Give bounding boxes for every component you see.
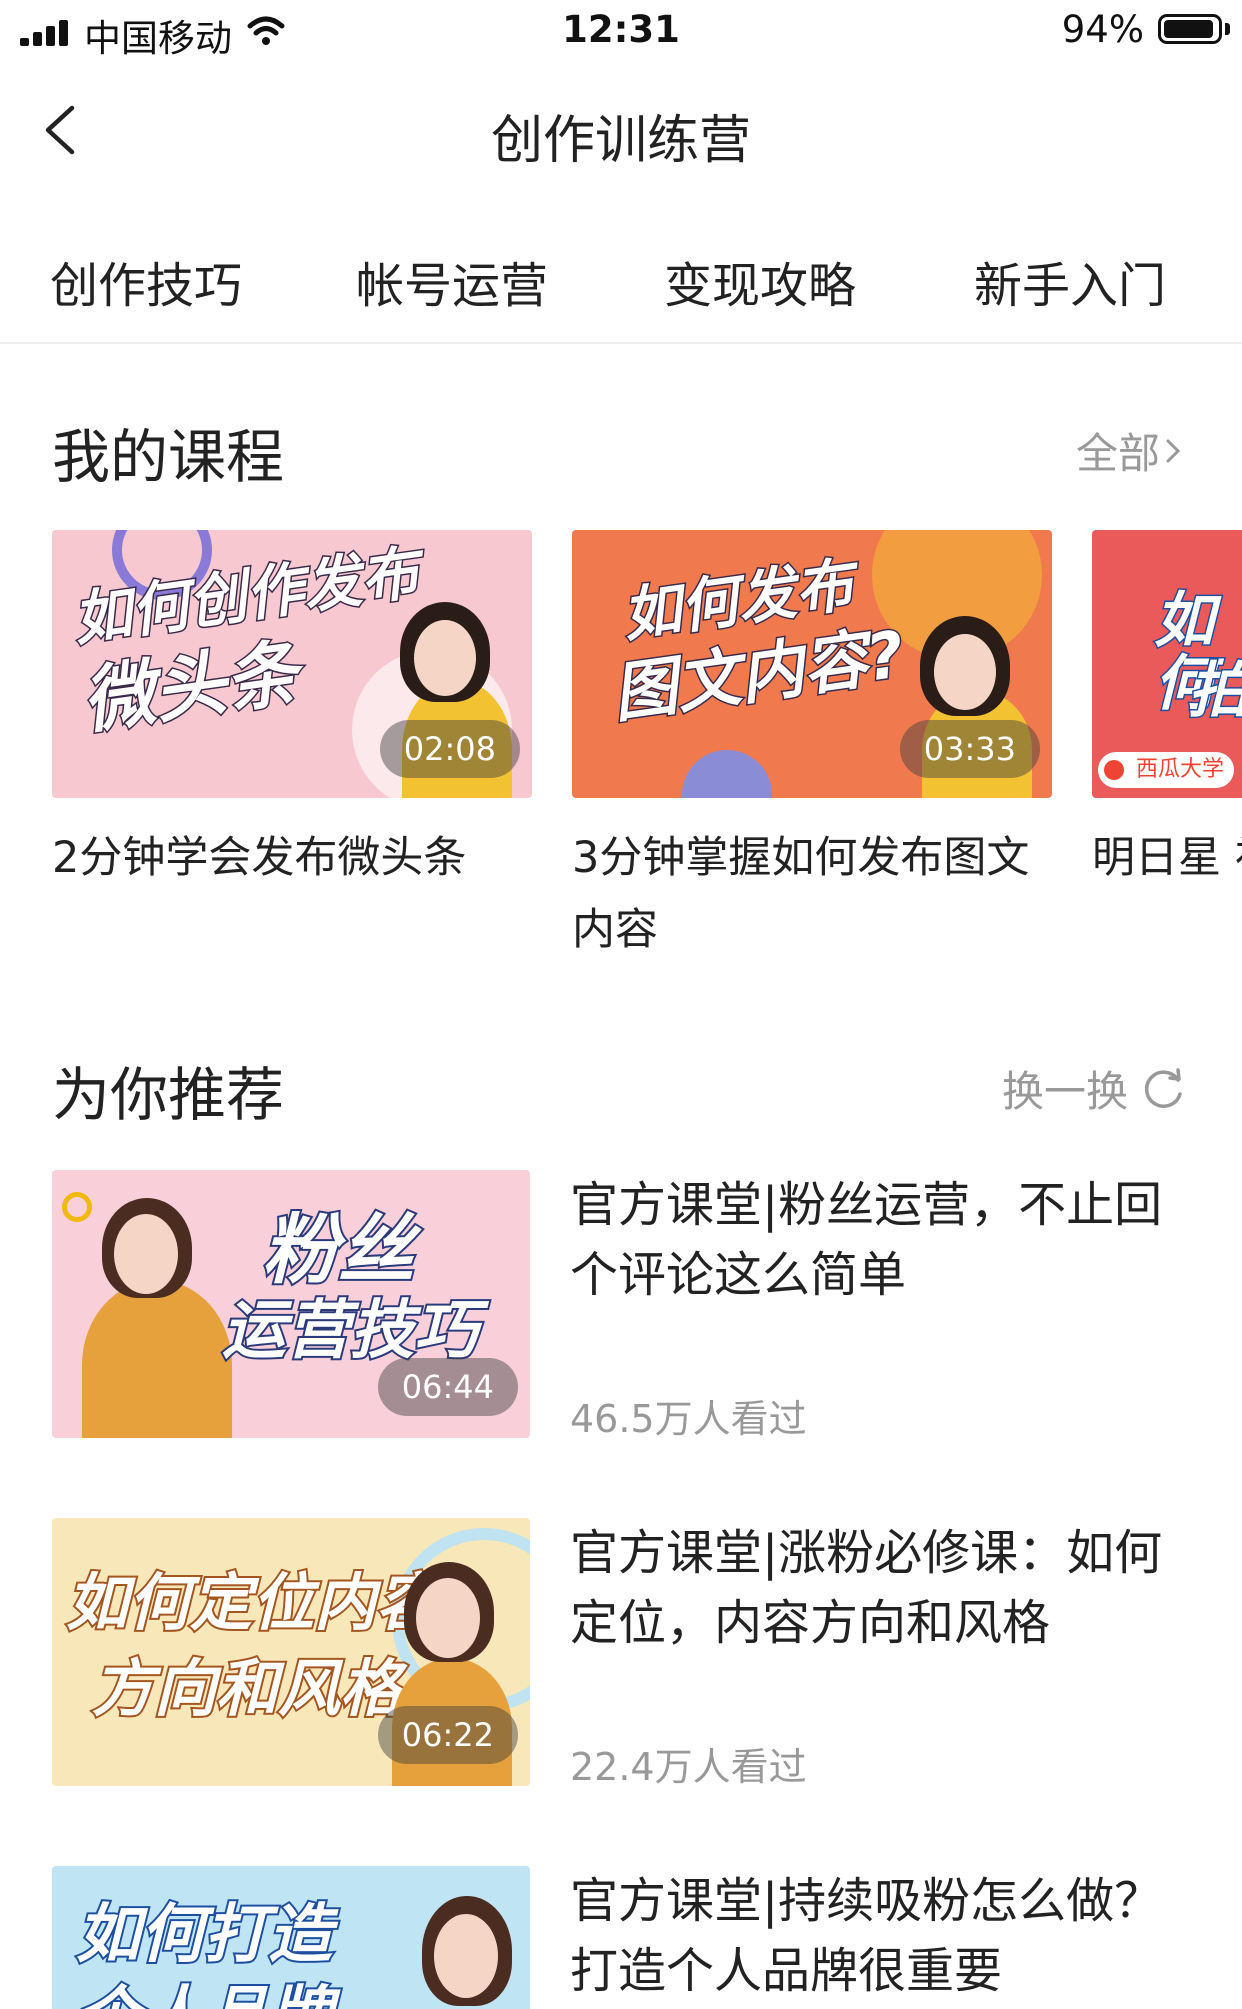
tab-account-operation[interactable]: 帐号运营 xyxy=(356,246,548,316)
page-title: 创作训练营 xyxy=(490,111,751,171)
video-thumbnail[interactable]: 如何打造 个人品牌 xyxy=(52,1866,530,2009)
view-all-link[interactable]: 全部 xyxy=(1076,420,1186,481)
instructor-face xyxy=(416,1578,480,1658)
course-thumbnail[interactable]: 如何发布 图文内容? 03:33 xyxy=(572,530,1052,798)
tab-beginner[interactable]: 新手入门 xyxy=(974,246,1166,316)
view-count: 22.4万人看过 xyxy=(570,1745,807,1789)
instructor-face xyxy=(414,620,476,696)
duration-badge: 06:22 xyxy=(377,1706,518,1764)
clock: 12:31 xyxy=(562,8,680,51)
thumbnail-text: 微头条 xyxy=(76,629,305,745)
tab-creation-tips[interactable]: 创作技巧 xyxy=(50,246,242,316)
thumbnail-text: 如何打造 xyxy=(74,1898,334,1972)
instructor-figure xyxy=(82,1280,232,1438)
duration-badge: 06:44 xyxy=(377,1358,518,1416)
video-thumbnail[interactable]: 如何定位内容 方向和风格 06:22 xyxy=(52,1518,530,1786)
tabs-divider xyxy=(0,342,1242,344)
course-thumbnail[interactable]: 如何 拍 西瓜大学 xyxy=(1092,530,1242,798)
course-thumbnail[interactable]: 如何创作发布 微头条 02:08 xyxy=(52,530,532,798)
thumbnail-text: 运营技巧 xyxy=(220,1294,480,1368)
thumbnail-text: 粉丝 xyxy=(260,1205,416,1294)
tab-monetization[interactable]: 变现攻略 xyxy=(664,246,856,316)
duration-badge: 03:33 xyxy=(899,720,1040,778)
video-title[interactable]: 官方课堂|持续吸粉怎么做？打造个人品牌很重要 xyxy=(570,1866,1210,2006)
thumbnail-text: 个人品牌 xyxy=(74,1981,334,2009)
instructor-face xyxy=(934,634,996,710)
video-thumbnail[interactable]: 粉丝 运营技巧 06:44 xyxy=(52,1170,530,1438)
refresh-button[interactable]: 换一换 xyxy=(1002,1058,1186,1119)
thumbnail-text: 拍 xyxy=(1187,656,1242,726)
chevron-right-icon xyxy=(1166,439,1181,462)
play-icon xyxy=(1104,760,1124,780)
instructor-face xyxy=(114,1214,178,1294)
my-courses-heading: 我的课程 xyxy=(52,423,285,491)
recommend-heading: 为你推荐 xyxy=(52,1061,285,1129)
battery-tip xyxy=(1225,23,1230,35)
duration-badge: 02:08 xyxy=(379,720,520,778)
instructor-face xyxy=(434,1914,498,1998)
video-title[interactable]: 官方课堂|涨粉必修课：如何定位，内容方向和风格 xyxy=(570,1518,1210,1658)
battery-percent: 94% xyxy=(1061,8,1144,51)
view-all-label: 全部 xyxy=(1075,429,1160,478)
refresh-icon xyxy=(1144,1067,1182,1108)
battery-icon xyxy=(1158,14,1222,44)
course-title[interactable]: 明日星 视频该 xyxy=(1092,822,1242,894)
course-title[interactable]: 2分钟学会发布微头条 xyxy=(52,822,532,894)
refresh-label: 换一换 xyxy=(1001,1067,1128,1116)
video-title[interactable]: 官方课堂|粉丝运营，不止回个评论这么简单 xyxy=(570,1170,1210,1310)
course-title[interactable]: 3分钟掌握如何发布图文内容 xyxy=(572,822,1042,966)
thumbnail-text: 方向和风格 xyxy=(90,1652,404,1725)
thumbnail-text: 如何定位内容 xyxy=(64,1566,440,1639)
status-bar: 中国移动 12:31 94% xyxy=(0,0,1242,62)
view-count: 46.5万人看过 xyxy=(570,1397,807,1441)
